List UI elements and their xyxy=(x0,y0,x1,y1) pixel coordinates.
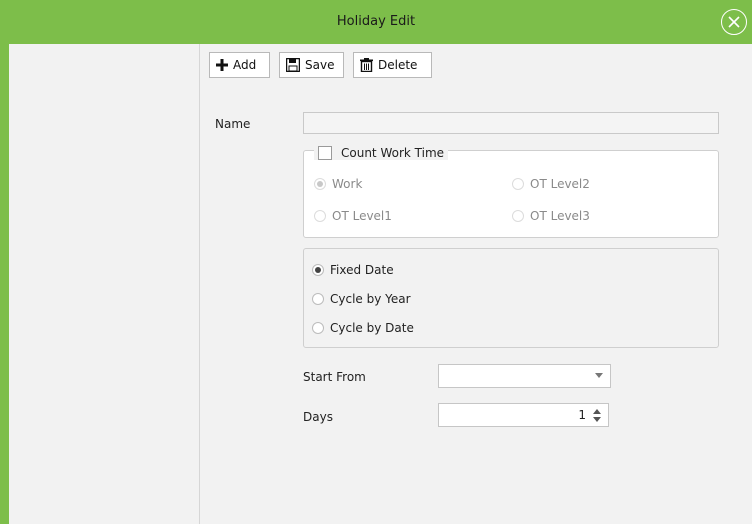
add-button-label: Add xyxy=(233,58,257,72)
chevron-down-icon[interactable] xyxy=(595,373,603,378)
radio-cycle-by-year[interactable]: Cycle by Year xyxy=(312,292,411,306)
radio-fixed-date-label: Fixed Date xyxy=(330,263,394,277)
start-from-select[interactable] xyxy=(438,364,611,388)
close-icon xyxy=(728,16,740,28)
save-button[interactable]: Save xyxy=(279,52,344,78)
name-input[interactable] xyxy=(303,112,719,134)
radio-work[interactable]: Work xyxy=(314,177,362,191)
radio-work-label: Work xyxy=(332,177,363,191)
name-label: Name xyxy=(215,117,251,131)
days-spinner[interactable]: 1 xyxy=(438,403,609,427)
spinner-up-icon[interactable] xyxy=(593,409,601,414)
radio-cycle-by-date[interactable]: Cycle by Date xyxy=(312,321,414,335)
radio-ot-level3-label: OT Level3 xyxy=(530,209,590,223)
radio-work-circle[interactable] xyxy=(314,178,326,190)
radio-cycle-by-year-circle[interactable] xyxy=(312,293,324,305)
close-button[interactable] xyxy=(721,9,747,35)
radio-ot-level2-label: OT Level2 xyxy=(530,177,590,191)
radio-ot-level2[interactable]: OT Level2 xyxy=(512,177,590,191)
left-accent-bar xyxy=(0,44,9,524)
add-button[interactable]: Add xyxy=(209,52,270,78)
radio-fixed-date-circle[interactable] xyxy=(312,264,324,276)
radio-cycle-by-date-label: Cycle by Date xyxy=(330,321,414,335)
count-work-time-group xyxy=(303,150,719,238)
spinner-down-icon[interactable] xyxy=(593,417,601,422)
delete-button[interactable]: Delete xyxy=(353,52,432,78)
count-work-time-checkbox-box[interactable] xyxy=(318,146,332,160)
count-work-time-label: Count Work Time xyxy=(341,146,445,160)
radio-ot-level1-label: OT Level1 xyxy=(332,209,392,223)
radio-cycle-by-date-circle[interactable] xyxy=(312,322,324,334)
radio-ot-level2-circle[interactable] xyxy=(512,178,524,190)
radio-cycle-by-year-label: Cycle by Year xyxy=(330,292,411,306)
left-pane xyxy=(9,44,200,524)
days-label: Days xyxy=(303,410,333,424)
count-work-time-checkbox[interactable]: Count Work Time xyxy=(314,146,449,160)
days-value: 1 xyxy=(578,408,586,422)
trash-icon xyxy=(360,58,373,72)
radio-ot-level3[interactable]: OT Level3 xyxy=(512,209,590,223)
window-title: Holiday Edit xyxy=(336,14,416,29)
plus-icon xyxy=(216,59,228,71)
radio-ot-level1[interactable]: OT Level1 xyxy=(314,209,392,223)
delete-button-label: Delete xyxy=(378,58,418,72)
radio-fixed-date[interactable]: Fixed Date xyxy=(312,263,394,277)
save-icon xyxy=(286,58,300,72)
save-button-label: Save xyxy=(305,58,335,72)
radio-ot-level1-circle[interactable] xyxy=(314,210,326,222)
start-from-label: Start From xyxy=(303,370,366,384)
radio-ot-level3-circle[interactable] xyxy=(512,210,524,222)
